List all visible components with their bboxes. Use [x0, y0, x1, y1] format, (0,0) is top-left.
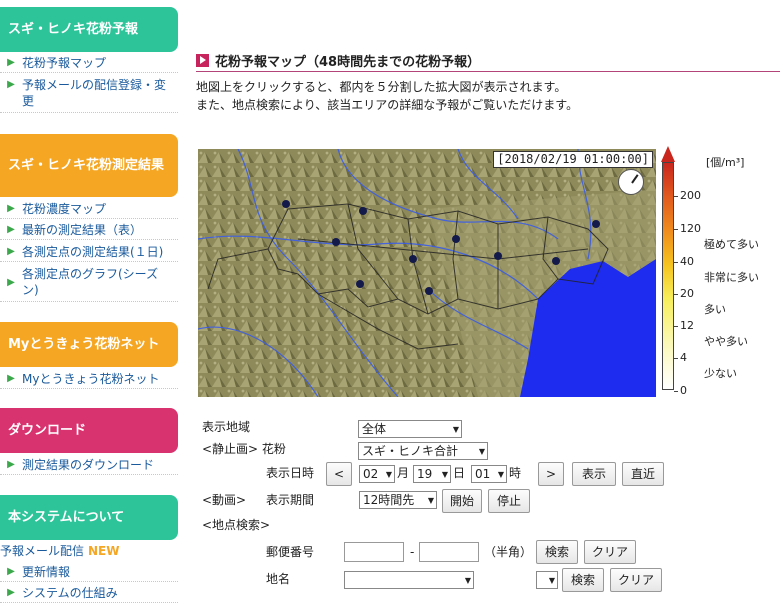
arrow-icon: ▶: [7, 587, 15, 598]
animation-label: <動画>: [202, 493, 247, 507]
sidebar-item-label: 最新の測定結果（表）: [22, 223, 143, 237]
arrow-icon: ▶: [7, 79, 15, 90]
sidebar-item-mail-delivery[interactable]: 予報メール配信 NEW: [0, 543, 178, 561]
pollen-type-select[interactable]: スギ・ヒノキ合計: [358, 442, 488, 460]
stop-button[interactable]: 停止: [488, 489, 530, 513]
arrow-icon: ▶: [7, 277, 15, 288]
area-label: 表示地域: [202, 420, 251, 434]
half-width-note: （半角）: [484, 545, 533, 559]
legend-level: 非常に多い: [704, 271, 759, 284]
section-header-forecast: スギ・ヒノキ花粉予報: [0, 7, 178, 52]
legend-tick: 4: [674, 351, 687, 364]
hour-select[interactable]: 01: [471, 465, 507, 483]
legend-level: やや多い: [704, 335, 748, 348]
description-line-2: また、地点検索により、該当エリアの詳細な予報がご覧いただけます。: [196, 98, 579, 112]
play-marker-icon: [196, 54, 209, 67]
point-search-label: <地点検索>: [202, 518, 271, 532]
sidebar-item-concentration-map[interactable]: ▶ 花粉濃度マップ: [0, 201, 178, 219]
prev-button[interactable]: <: [326, 462, 352, 486]
arrow-icon: ▶: [7, 203, 15, 214]
sidebar-item-mail-register[interactable]: ▶ 予報メールの配信登録・変更: [0, 77, 178, 113]
day-select[interactable]: 19: [413, 465, 451, 483]
display-date-label: 表示日時: [266, 466, 315, 480]
start-button[interactable]: 開始: [442, 489, 482, 513]
sidebar-item-season-graph[interactable]: ▶ 各測定点のグラフ(シーズン): [0, 266, 178, 302]
postal-clear-button[interactable]: クリア: [584, 540, 636, 564]
sidebar-item-label: 予報メール配信 NEW: [0, 543, 178, 559]
legend-unit: [個/m³]: [706, 156, 745, 169]
mail-delivery-label: 予報メール配信: [0, 544, 85, 558]
sidebar-item-daily-results[interactable]: ▶ 各測定点の測定結果(１日): [0, 244, 178, 262]
next-button[interactable]: >: [538, 462, 564, 486]
latest-button[interactable]: 直近: [622, 462, 664, 486]
legend-level: 少ない: [704, 367, 737, 380]
arrow-icon: ▶: [7, 57, 15, 68]
place-name-label: 地名: [266, 572, 291, 586]
sidebar-item-label: Myとうきょう花粉ネット: [22, 372, 160, 386]
arrow-icon: ▶: [7, 459, 15, 470]
postal-code-label: 郵便番号: [266, 545, 315, 559]
legend-tick: 120: [674, 222, 701, 235]
sidebar-item-label: 更新情報: [22, 565, 71, 579]
legend-level: 極めて多い: [704, 238, 759, 251]
place-sub-select[interactable]: [536, 571, 558, 589]
section-header-my-net: Myとうきょう花粉ネット: [0, 322, 178, 367]
month-select[interactable]: 02: [359, 465, 395, 483]
arrow-icon: ▶: [7, 373, 15, 384]
sidebar-item-label: 各測定点のグラフ(シーズン): [22, 267, 159, 297]
area-select[interactable]: 全体: [358, 420, 462, 438]
legend-tick: 20: [674, 287, 694, 300]
place-clear-button[interactable]: クリア: [610, 568, 662, 592]
legend-tick: 0: [674, 384, 687, 397]
legend-level: 多い: [704, 303, 726, 316]
postal-code-first-input[interactable]: [344, 542, 404, 562]
arrow-icon: ▶: [7, 224, 15, 235]
sidebar-item-system[interactable]: ▶ システムの仕組み: [0, 585, 178, 603]
sidebar-item-label: 測定結果のダウンロード: [22, 458, 155, 472]
section-header-download: ダウンロード: [0, 408, 178, 453]
place-search-button[interactable]: 検索: [562, 568, 604, 592]
sidebar-item-forecast-map[interactable]: ▶ 花粉予報マップ: [0, 55, 178, 73]
section-header-about: 本システムについて: [0, 495, 178, 540]
pollen-map[interactable]: [2018/02/19 01:00:00]: [198, 149, 656, 397]
postal-search-button[interactable]: 検索: [536, 540, 578, 564]
description-line-1: 地図上をクリックすると、都内を５分割した拡大図が表示されます。: [196, 80, 567, 94]
sidebar-item-updates[interactable]: ▶ 更新情報: [0, 564, 178, 582]
page-title: 花粉予報マップ（48時間先までの花粉予報）: [196, 50, 780, 72]
hour-unit: 時: [509, 466, 522, 480]
new-badge: NEW: [88, 544, 120, 558]
sidebar-item-latest-table[interactable]: ▶ 最新の測定結果（表）: [0, 222, 178, 240]
place-name-select[interactable]: [344, 571, 474, 589]
page-title-text: 花粉予報マップ（48時間先までの花粉予報）: [215, 55, 481, 70]
postal-separator: -: [410, 545, 415, 559]
main-content: 花粉予報マップ（48時間先までの花粉予報） 地図上をクリックすると、都内を５分割…: [196, 0, 780, 607]
arrow-icon: ▶: [7, 566, 15, 577]
sidebar-item-label: 花粉予報マップ: [22, 56, 107, 70]
sidebar-item-label: 花粉濃度マップ: [22, 202, 107, 216]
month-unit: 月: [397, 466, 410, 480]
arrow-icon: ▶: [7, 246, 15, 257]
compass-icon: [618, 169, 644, 195]
sidebar: スギ・ヒノキ花粉予報 ▶ 花粉予報マップ ▶ 予報メールの配信登録・変更 スギ・…: [0, 0, 178, 607]
still-image-label: <静止画> 花粉: [202, 442, 286, 456]
map-image: [198, 149, 656, 397]
period-label: 表示期間: [266, 493, 315, 507]
legend-color-bar: [662, 162, 674, 390]
sidebar-item-my-net[interactable]: ▶ Myとうきょう花粉ネット: [0, 371, 178, 389]
legend-tick: 200: [674, 189, 701, 202]
sidebar-item-label: 各測定点の測定結果(１日): [22, 245, 164, 259]
show-button[interactable]: 表示: [572, 462, 616, 486]
map-timestamp: [2018/02/19 01:00:00]: [493, 151, 653, 168]
day-unit: 日: [453, 466, 466, 480]
period-select[interactable]: 12時間先: [359, 491, 437, 509]
sidebar-item-label: システムの仕組み: [22, 586, 118, 600]
postal-code-second-input[interactable]: [419, 542, 479, 562]
legend-arrow-icon: [661, 146, 675, 162]
map-legend: [個/m³] 200 120 40 20 12 4 0 極めて多い 非常に多い …: [658, 142, 780, 400]
legend-tick: 12: [674, 319, 694, 332]
legend-tick: 40: [674, 255, 694, 268]
sidebar-item-download[interactable]: ▶ 測定結果のダウンロード: [0, 457, 178, 475]
section-header-measurement: スギ・ヒノキ花粉測定結果: [0, 134, 178, 197]
sidebar-item-label: 予報メールの配信登録・変更: [22, 78, 167, 108]
